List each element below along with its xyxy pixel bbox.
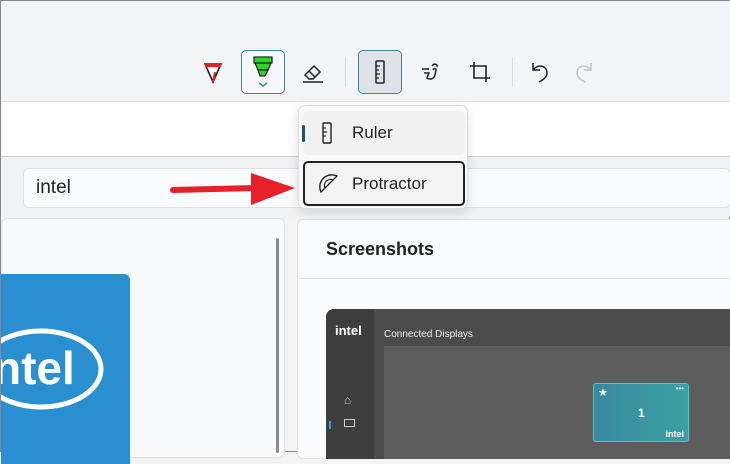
intel-logo: ntel [0, 328, 104, 410]
intel-logo-tile: ntel [0, 274, 130, 464]
crop-button[interactable] [458, 50, 502, 94]
svg-text:ntel: ntel [1, 342, 75, 394]
nav-indicator [329, 421, 331, 429]
display-icon [344, 419, 355, 427]
menu-item-label: Ruler [352, 123, 393, 142]
section-title: Screenshots [326, 239, 435, 259]
star-icon: ★ [598, 387, 608, 399]
scrollbar[interactable] [276, 238, 279, 453]
screenshot-thumbnail[interactable]: intel ⌂ Connected Displays ★ ••• 1 intel [326, 309, 730, 459]
ruler-button[interactable] [358, 50, 402, 94]
eraser-icon [303, 64, 323, 83]
menu-item-label: Protractor [352, 173, 427, 193]
app-logo: intel [335, 323, 362, 338]
ruler-dropdown-menu: Ruler Protractor [298, 105, 468, 209]
more-icon: ••• [675, 384, 684, 393]
display-number: 1 [638, 406, 645, 420]
red-arrow-annotation [170, 173, 295, 205]
divider [297, 278, 730, 279]
divider [512, 57, 513, 87]
redo-icon [576, 63, 592, 83]
ruler-icon [322, 122, 332, 144]
touch-writing-button[interactable] [408, 50, 452, 94]
menu-item-protractor[interactable]: Protractor [303, 161, 465, 206]
crop-icon [470, 62, 490, 82]
menu-item-ruler[interactable]: Ruler [302, 111, 465, 155]
touch-writing-icon [422, 63, 438, 80]
inking-toolbar [1, 1, 730, 102]
redo-button[interactable] [562, 50, 606, 94]
display-brand: intel [665, 429, 684, 439]
app-heading: Connected Displays [384, 329, 473, 340]
divider [345, 57, 346, 87]
highlighter-icon [253, 56, 273, 87]
highlighter-button[interactable] [241, 50, 285, 94]
pen-icon [203, 63, 223, 84]
eraser-button[interactable] [291, 50, 335, 94]
protractor-icon [319, 174, 339, 194]
ballpoint-pen-button[interactable] [191, 50, 235, 94]
display-card[interactable]: ★ ••• 1 intel [593, 383, 689, 442]
selected-indicator [302, 125, 305, 142]
ruler-icon [375, 60, 385, 84]
undo-icon [532, 63, 548, 83]
undo-button[interactable] [518, 50, 562, 94]
home-icon: ⌂ [344, 393, 352, 407]
